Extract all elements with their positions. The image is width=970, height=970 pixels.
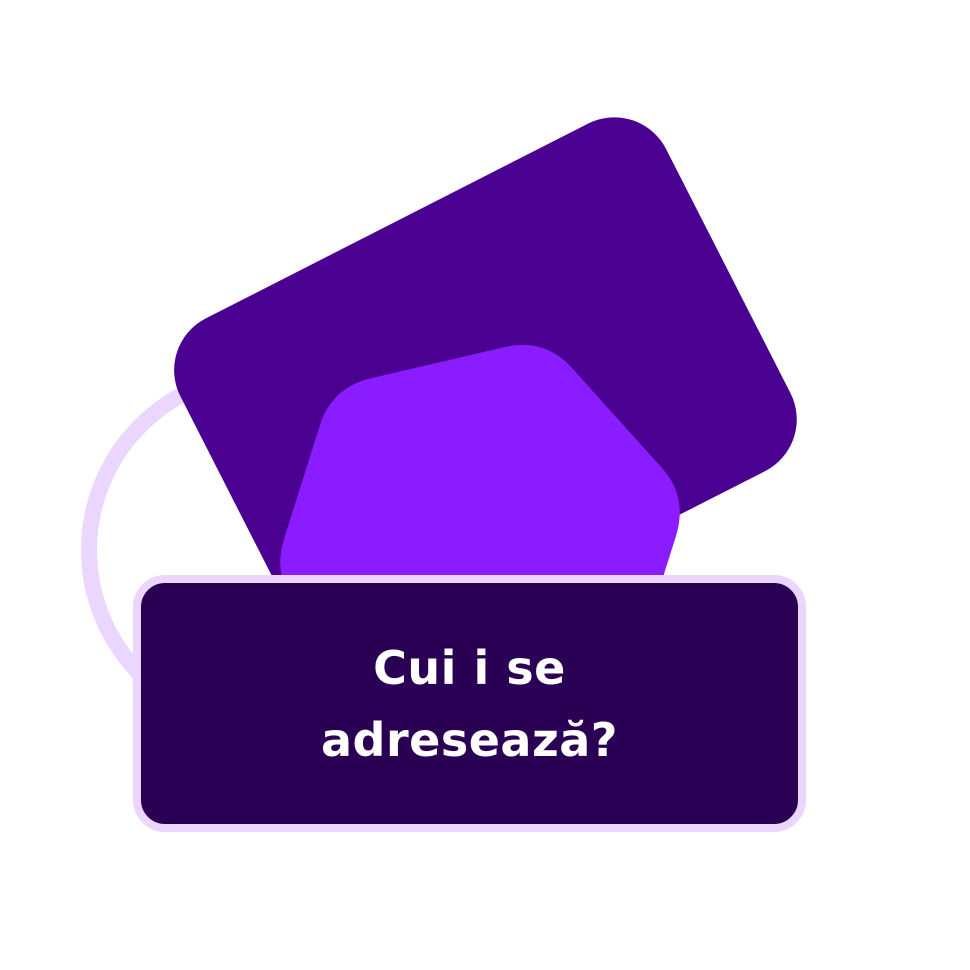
illustration-canvas: Cui i se adresează?: [0, 0, 970, 970]
heading-text: Cui i se adresează?: [321, 632, 618, 776]
heading-card: Cui i se adresează?: [133, 575, 806, 832]
heading-line-2: adresează?: [321, 712, 618, 767]
heading-line-1: Cui i se: [373, 640, 566, 695]
